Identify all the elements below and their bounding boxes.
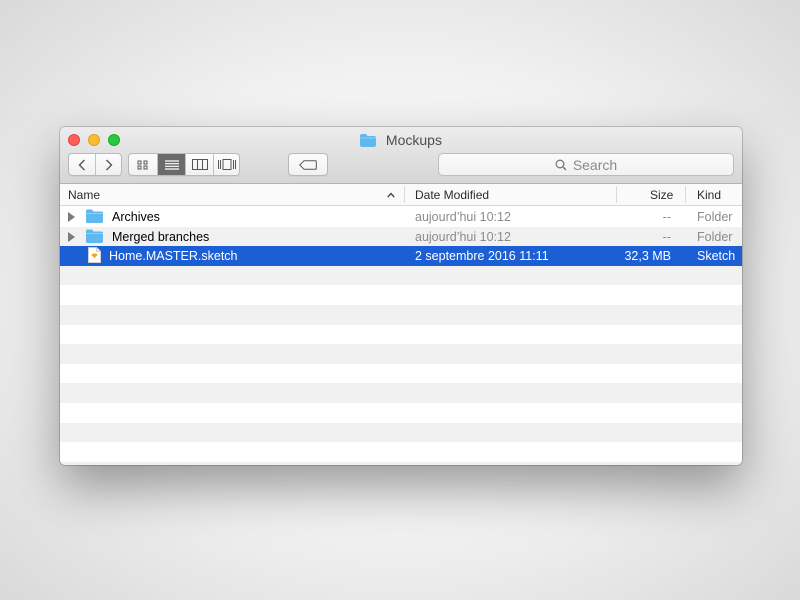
empty-row xyxy=(60,442,742,462)
column-divider[interactable] xyxy=(404,186,405,203)
sort-ascending-icon[interactable] xyxy=(387,192,395,198)
column-header: Name Date Modified Size Kind xyxy=(60,184,742,206)
tag-button-inner xyxy=(289,154,327,175)
icon-view-icon xyxy=(137,160,148,169)
search-placeholder: Search xyxy=(572,156,618,173)
column-header-size[interactable]: Size xyxy=(650,188,673,202)
file-size: -- xyxy=(662,210,671,224)
file-date: aujourd’hui 10:12 xyxy=(415,229,511,244)
file-row-home-master-sketch[interactable]: Home.MASTER.sketch 2 septembre 2016 11:1… xyxy=(60,246,742,266)
column-header-kind[interactable]: Kind xyxy=(697,188,721,202)
column-divider[interactable] xyxy=(685,186,686,203)
file-size: 32,3 MB xyxy=(624,249,671,264)
finder-window: Mockups Search Name Date Modified Size K… xyxy=(60,127,742,465)
search-field[interactable]: Search xyxy=(438,153,734,176)
chevron-left-icon xyxy=(78,159,85,170)
file-kind: Folder xyxy=(697,210,733,224)
file-kind: Folder xyxy=(697,229,733,244)
empty-row xyxy=(60,364,742,384)
icon-view-button[interactable] xyxy=(129,154,157,175)
window-title-text: Mockups xyxy=(385,132,442,148)
empty-row xyxy=(60,325,742,345)
back-button[interactable] xyxy=(69,154,95,175)
column-divider[interactable] xyxy=(616,186,617,203)
list-view-icon xyxy=(164,159,179,170)
forward-button[interactable] xyxy=(95,154,121,175)
cover-flow-button[interactable] xyxy=(213,154,240,175)
file-name: Home.MASTER.sketch xyxy=(109,249,238,264)
chevron-right-icon xyxy=(105,159,112,170)
file-kind: Sketch xyxy=(697,249,736,264)
navigation-buttons xyxy=(68,153,122,176)
empty-row xyxy=(60,265,742,286)
file-list: Archives aujourd’hui 10:12 -- Folder Mer… xyxy=(60,207,742,465)
file-date: 2 septembre 2016 11:11 xyxy=(415,249,549,264)
folder-icon xyxy=(86,229,103,243)
search-icon xyxy=(555,159,567,171)
edit-tags-button[interactable] xyxy=(288,153,328,176)
folder-icon xyxy=(360,134,377,147)
empty-row xyxy=(60,285,742,305)
column-header-name[interactable]: Name xyxy=(68,188,100,202)
disclosure-triangle-icon[interactable] xyxy=(68,231,75,242)
file-size: -- xyxy=(662,229,671,244)
file-row-merged-branches[interactable]: Merged branches aujourd’hui 10:12 -- Fol… xyxy=(60,226,742,247)
cover-flow-icon xyxy=(218,159,236,170)
title-bar: Mockups Search xyxy=(60,127,742,184)
view-switcher xyxy=(128,153,240,176)
file-row-archives[interactable]: Archives aujourd’hui 10:12 -- Folder xyxy=(60,207,742,227)
empty-row xyxy=(60,383,742,403)
folder-icon xyxy=(86,209,103,223)
file-name: Archives xyxy=(112,210,160,224)
tag-icon xyxy=(299,159,317,170)
empty-row xyxy=(60,422,742,443)
column-view-button[interactable] xyxy=(185,154,213,175)
empty-row xyxy=(60,304,742,325)
column-header-date-modified[interactable]: Date Modified xyxy=(415,188,489,202)
file-date: aujourd’hui 10:12 xyxy=(415,210,511,224)
empty-row xyxy=(60,403,742,423)
disclosure-triangle-icon[interactable] xyxy=(68,212,75,222)
sketch-file-icon xyxy=(88,247,101,264)
file-name: Merged branches xyxy=(112,229,210,244)
window-title: Mockups xyxy=(60,132,742,148)
empty-row xyxy=(60,461,742,465)
empty-row xyxy=(60,344,742,364)
list-view-button[interactable] xyxy=(157,154,185,175)
column-view-icon xyxy=(191,159,208,170)
